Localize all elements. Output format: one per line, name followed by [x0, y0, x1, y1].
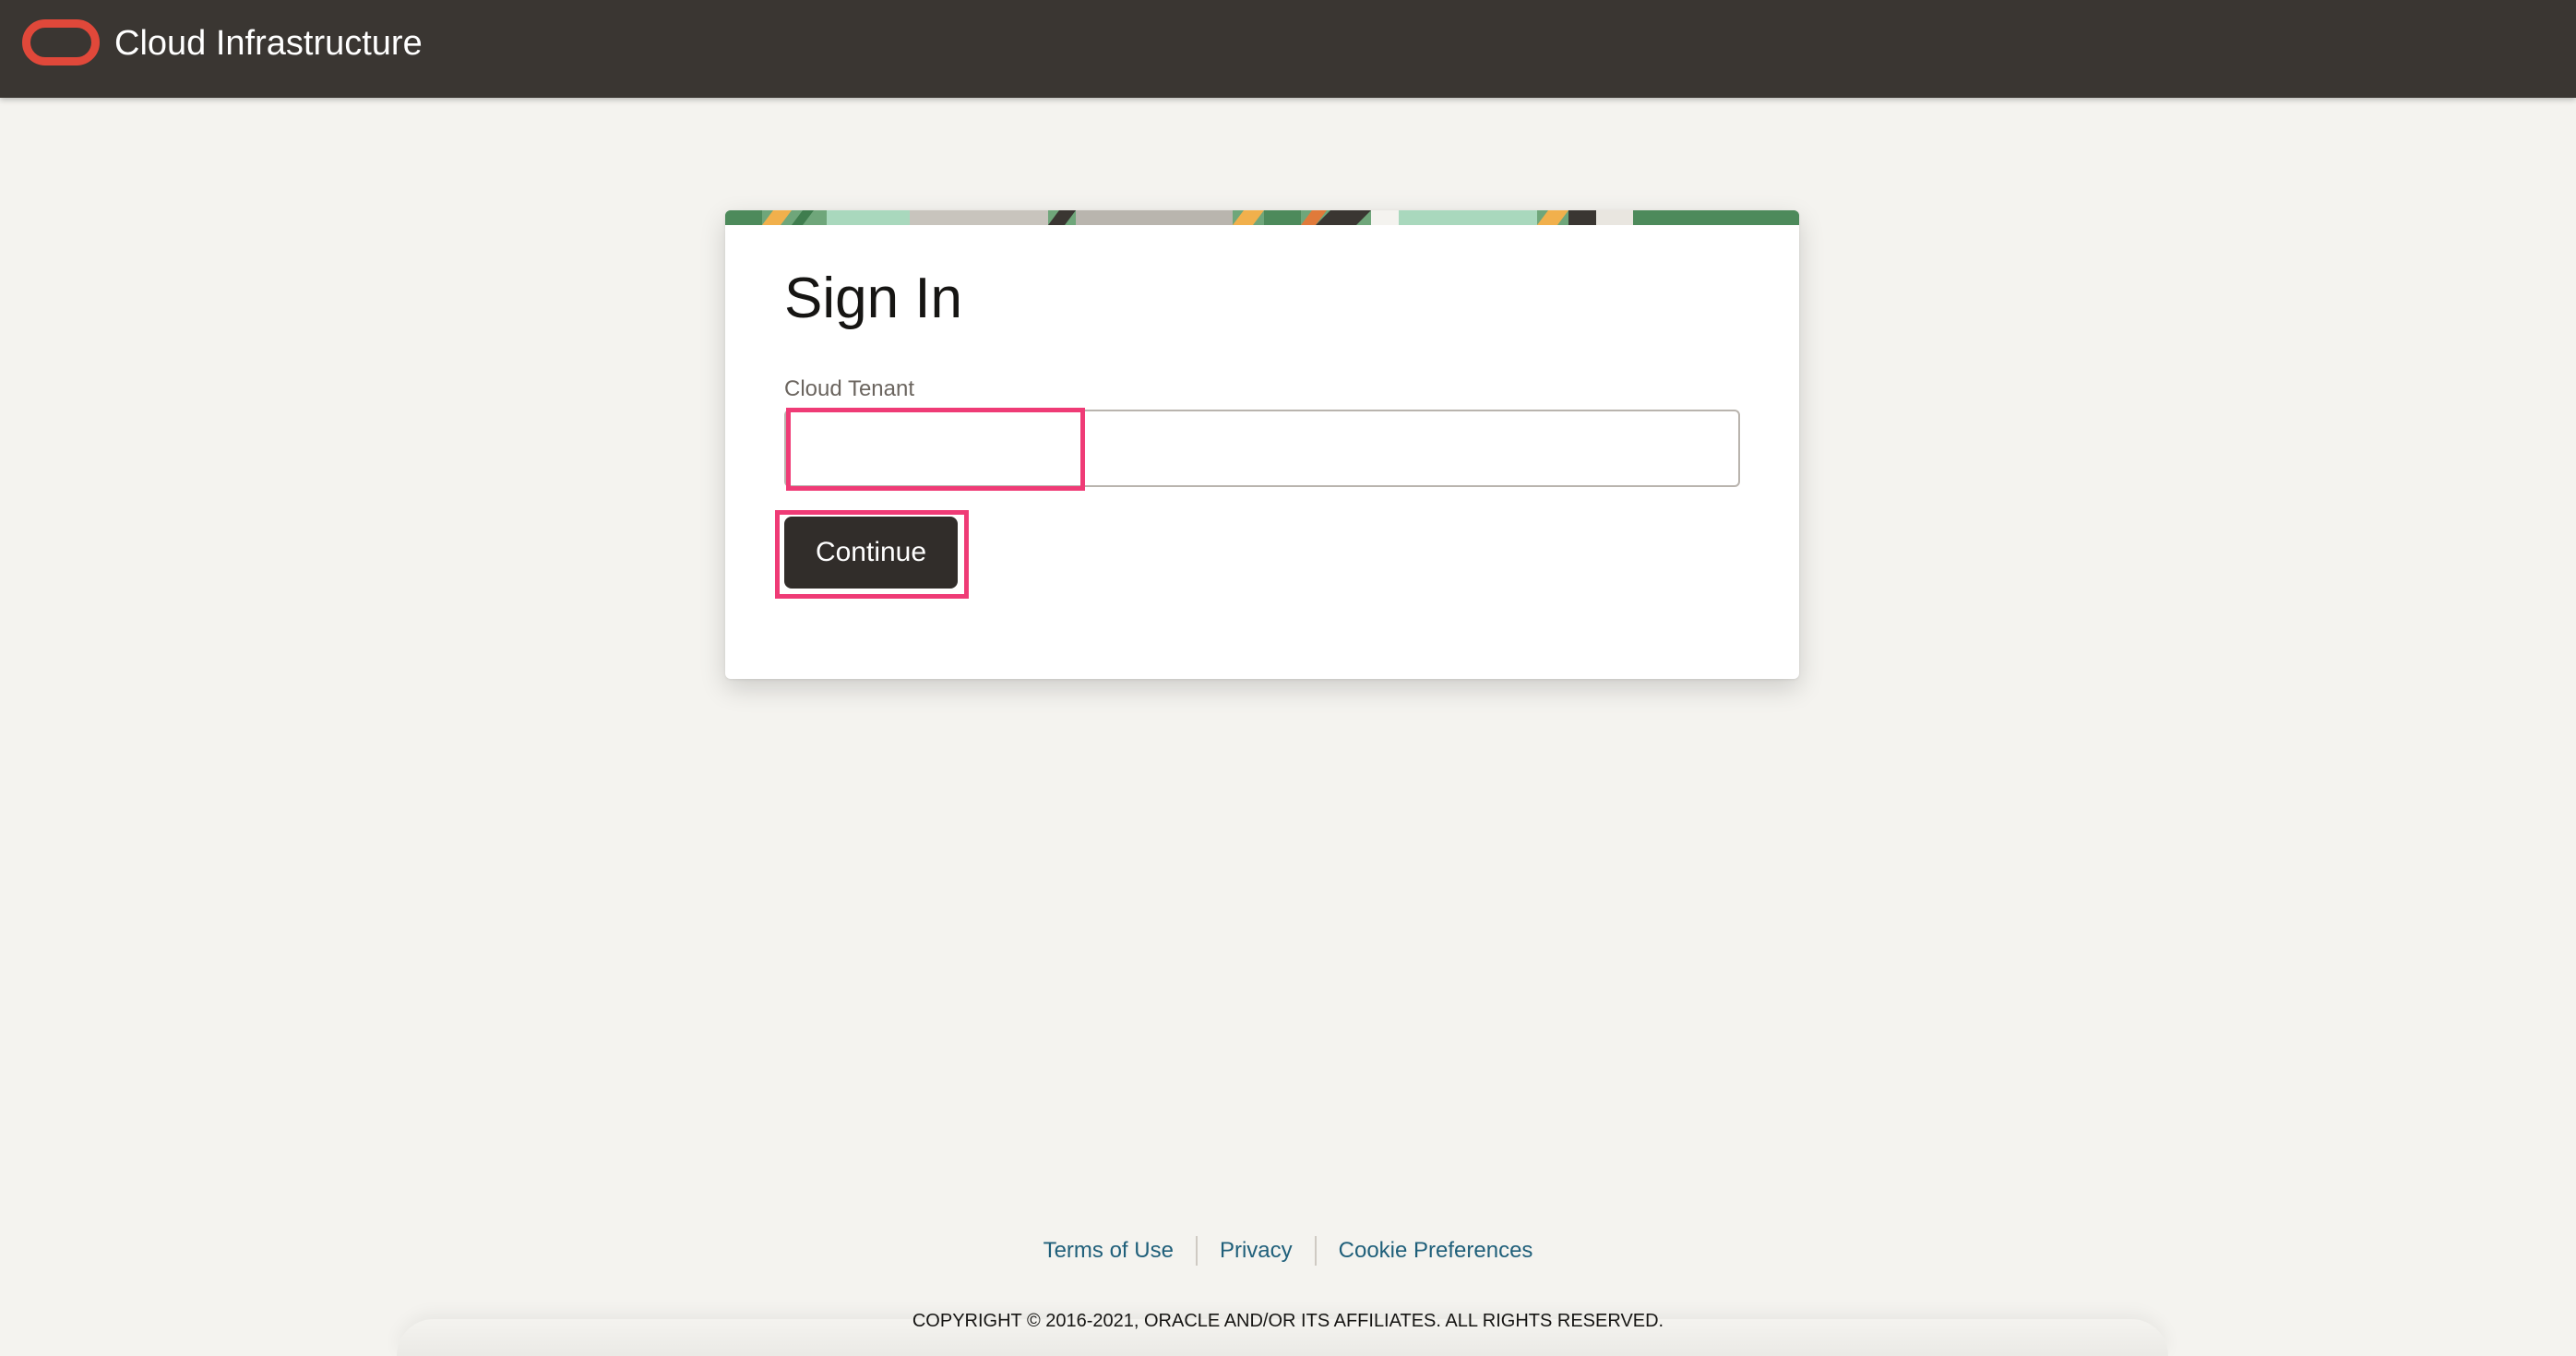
cookie-preferences-link[interactable]: Cookie Preferences — [1317, 1236, 1556, 1266]
footer-links: Terms of Use Privacy Cookie Preferences — [0, 1231, 2576, 1271]
cloud-tenant-label: Cloud Tenant — [784, 376, 914, 401]
continue-button[interactable]: Continue — [784, 517, 958, 589]
decorative-banner — [725, 210, 1799, 225]
signin-card: Sign In Cloud Tenant Continue — [725, 210, 1799, 679]
cloud-tenant-input[interactable] — [784, 410, 1740, 487]
oracle-logo-icon[interactable] — [22, 19, 100, 65]
copyright-text: COPYRIGHT © 2016-2021, ORACLE AND/OR ITS… — [912, 1311, 1664, 1331]
top-header: Cloud Infrastructure — [0, 0, 2576, 98]
page-title: Sign In — [784, 267, 963, 330]
privacy-link[interactable]: Privacy — [1198, 1236, 1315, 1266]
terms-of-use-link[interactable]: Terms of Use — [1021, 1236, 1196, 1266]
app-title: Cloud Infrastructure — [114, 24, 423, 63]
